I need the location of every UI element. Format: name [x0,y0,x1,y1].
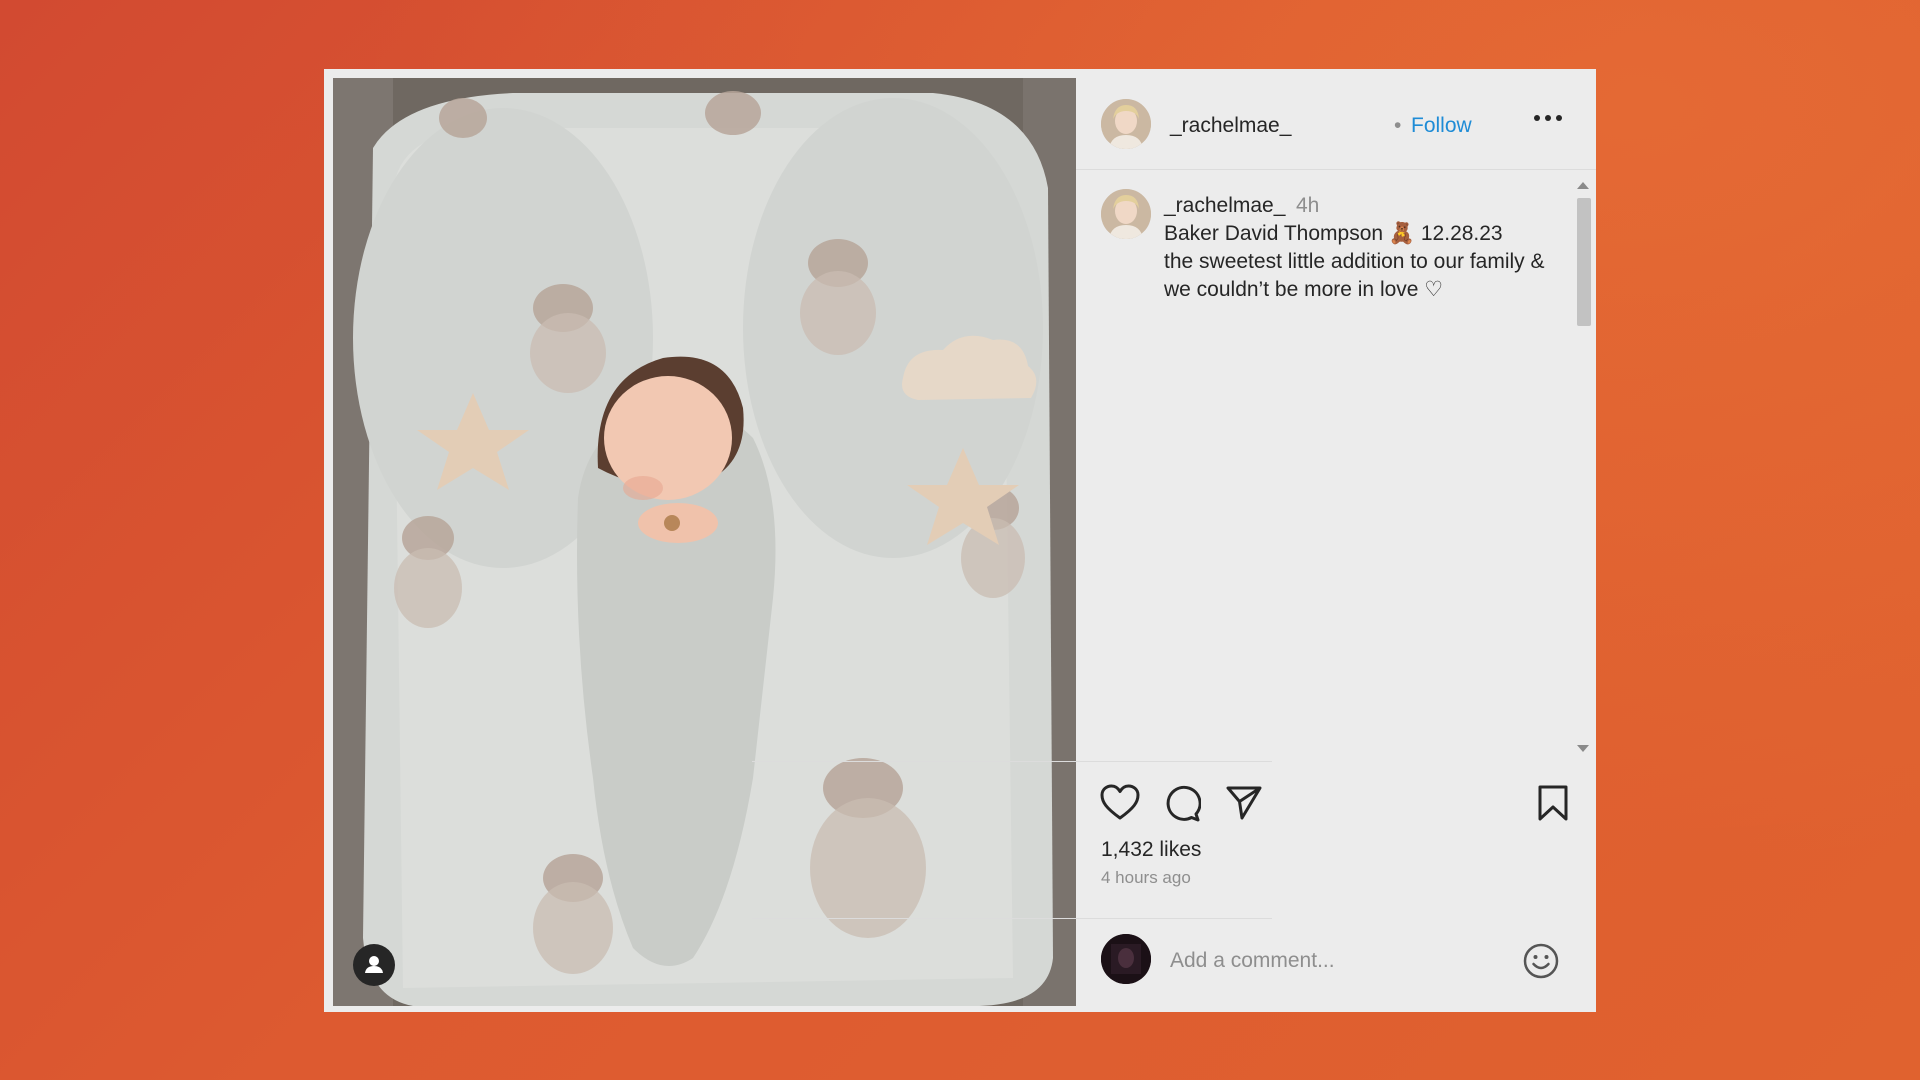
send-icon [1226,786,1262,820]
actions-divider [752,761,1272,762]
bookmark-icon [1538,785,1568,821]
viewer-avatar [1101,934,1151,984]
follow-separator: • [1394,114,1402,137]
like-button[interactable] [1100,784,1140,827]
save-button[interactable] [1536,784,1570,827]
post-header: _rachelmae_ • Follow [1076,69,1596,170]
comment-button[interactable] [1163,784,1202,827]
scroll-down-arrow[interactable] [1577,745,1589,752]
post-timestamp: 4 hours ago [1101,868,1191,887]
caption-author-username[interactable]: _rachelmae_ [1164,194,1285,218]
comments-area [324,170,844,830]
user-icon [365,956,383,973]
caption-time: 4h [1296,194,1320,217]
comment-divider [752,918,1272,919]
scroll-up-arrow[interactable] [1577,182,1589,189]
scroll-thumb[interactable] [1577,198,1591,326]
follow-button[interactable]: Follow [1411,114,1472,138]
more-options-button[interactable] [1528,103,1568,133]
comment-input[interactable] [1170,946,1500,976]
more-horizontal-icon [1534,115,1562,121]
post-card: _rachelmae_ • Follow [324,69,1596,1012]
comments-scrollbar[interactable] [1572,174,1596,760]
heart-icon [1100,784,1140,820]
comment-icon [1166,785,1202,822]
emoji-button[interactable] [1522,942,1560,980]
caption-author-avatar[interactable] [1101,189,1151,239]
tagged-user-badge[interactable] [353,944,395,986]
author-avatar[interactable] [1101,99,1151,149]
likes-count[interactable]: 1,432 likes [1101,838,1201,862]
caption-text: Baker David Thompson 🧸 12.28.23 the swee… [1164,222,1545,301]
smiley-icon [1523,943,1559,979]
author-username[interactable]: _rachelmae_ [1170,114,1291,138]
share-button[interactable] [1225,784,1263,827]
